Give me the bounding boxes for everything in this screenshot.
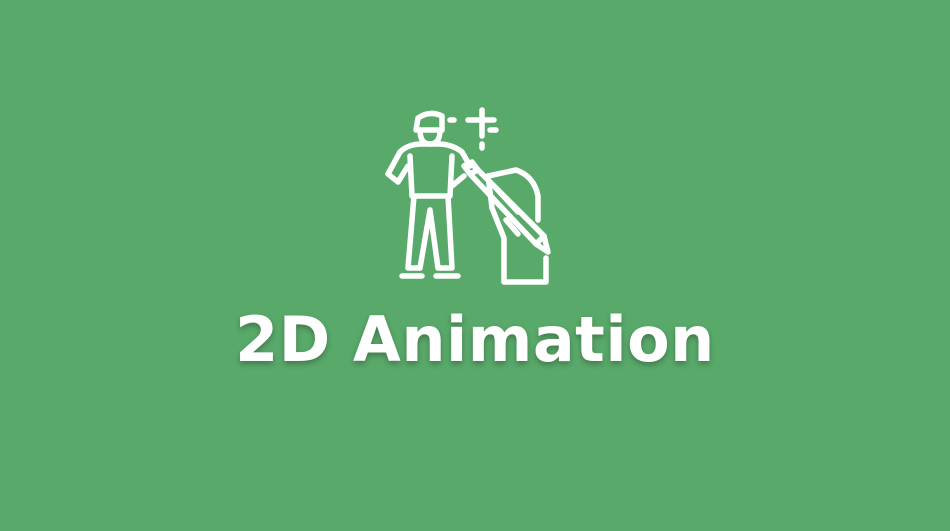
animator-with-stylus-icon: [378, 100, 578, 292]
banner: 2D Animation: [0, 0, 950, 531]
page-title: 2D Animation: [235, 303, 715, 376]
